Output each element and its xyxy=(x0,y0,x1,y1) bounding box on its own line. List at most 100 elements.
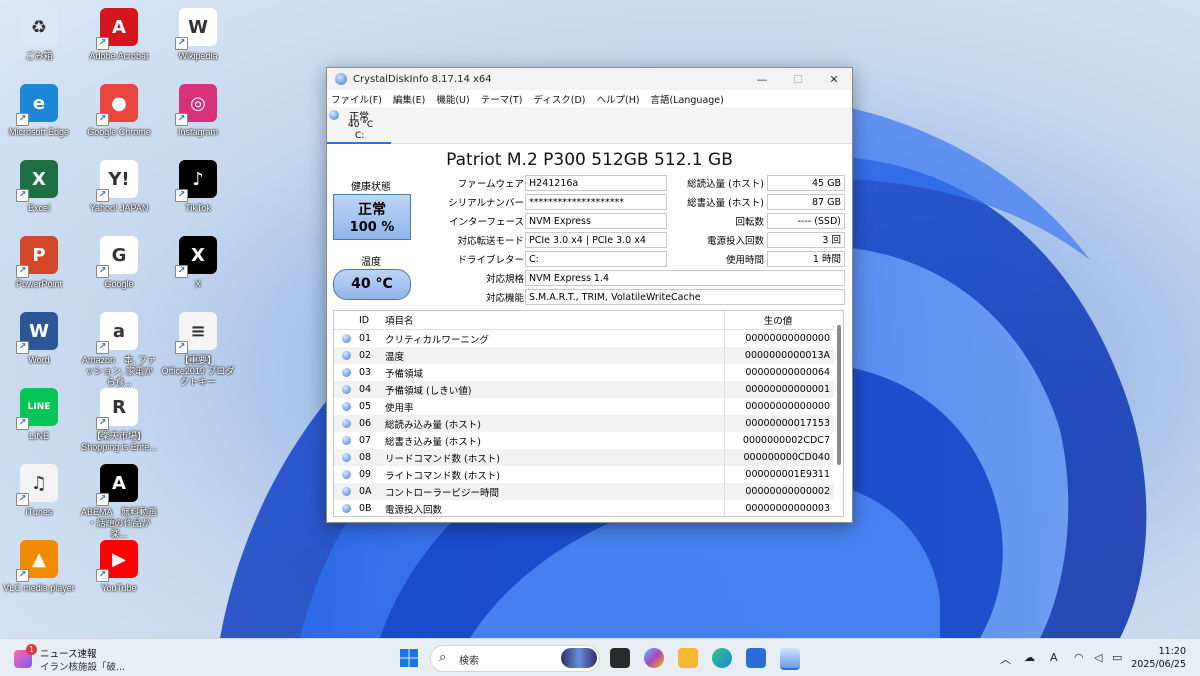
desktop-shortcut-label: Instagram xyxy=(177,127,219,137)
desktop-shortcut[interactable]: W ↗ Wikipedia xyxy=(160,4,236,74)
smart-row[interactable]: 08 リードコマンド数 (ホスト) 000000000CD040 xyxy=(334,449,834,466)
smart-raw-value: 00000000000003 xyxy=(724,500,834,516)
smart-row[interactable]: 03 予備領域 00000000000064 xyxy=(334,364,834,381)
smart-row[interactable]: 09 ライトコマンド数 (ホスト) 000000001E9311 xyxy=(334,466,834,483)
desktop-shortcut[interactable]: Y! ↗ Yahoo! JAPAN xyxy=(81,156,157,226)
smart-id: 0A xyxy=(358,483,384,500)
ime-indicator[interactable]: A xyxy=(1050,651,1058,664)
smart-id: 04 xyxy=(358,381,384,398)
smart-row[interactable]: 0B 電源投入回数 00000000000003 xyxy=(334,500,834,516)
smart-row[interactable]: 05 使用率 00000000000000 xyxy=(334,398,834,415)
health-status-box[interactable]: 正常 100 % xyxy=(333,194,411,240)
tiktok-icon: ♪ ↗ xyxy=(175,160,217,202)
desktop-shortcut[interactable]: ♪ ↗ TikTok xyxy=(160,156,236,226)
desktop-shortcut[interactable]: X ↗ X xyxy=(160,232,236,302)
close-button[interactable]: ✕ xyxy=(816,73,852,86)
wifi-icon[interactable]: ◠ xyxy=(1074,651,1084,664)
copilot-icon[interactable] xyxy=(644,648,664,668)
smart-raw-value: 00000000000000 xyxy=(724,329,834,347)
status-dot-icon xyxy=(341,402,351,411)
smart-header-name[interactable]: 項目名 xyxy=(384,311,725,330)
smart-row[interactable]: 04 予備領域 (しきい値) 00000000000001 xyxy=(334,381,834,398)
search-placeholder: 検索 xyxy=(459,656,479,667)
minimize-button[interactable]: — xyxy=(744,73,780,86)
smart-attribute-name: 総書き込み量 (ホスト) xyxy=(385,436,481,448)
taskbar-clock[interactable]: 11:20 2025/06/25 xyxy=(1131,645,1186,671)
desktop-shortcut[interactable]: ▲ ↗ VLC media player xyxy=(1,536,77,606)
task-view-icon[interactable] xyxy=(610,648,630,668)
temperature-box[interactable]: 40 °C xyxy=(333,269,411,300)
smart-header-raw[interactable]: 生の値 xyxy=(724,311,834,330)
desktop-shortcut[interactable]: R ↗ 【楽天市場】 Shopping is Ente... xyxy=(81,384,157,454)
title-bar[interactable]: CrystalDiskInfo 8.17.14 x64 — ☐ ✕ xyxy=(327,68,852,90)
excel-icon: X ↗ xyxy=(16,160,58,202)
desktop-shortcut-label: YouTube xyxy=(101,583,137,593)
info-value-drive-letter: C: xyxy=(525,251,667,267)
desktop-shortcut[interactable]: ● ↗ Google Chrome xyxy=(81,80,157,150)
vlc-icon: ▲ ↗ xyxy=(16,540,58,582)
desktop-shortcut[interactable]: ◎ ↗ Instagram xyxy=(160,80,236,150)
recycle-bin-icon: ♻ xyxy=(20,8,58,46)
disk-tab-c[interactable]: 正常 40 °C C: xyxy=(327,107,391,144)
maximize-button[interactable]: ☐ xyxy=(780,73,816,86)
smart-row[interactable]: 0A コントローラービジー時間 00000000000002 xyxy=(334,483,834,500)
smart-id: 01 xyxy=(359,333,372,344)
battery-icon[interactable]: ▭ xyxy=(1112,651,1122,664)
menu-language[interactable]: 言語(Language) xyxy=(651,92,724,106)
info-value-transfer-mode: PCIe 3.0 x4 | PCIe 3.0 x4 xyxy=(525,232,667,248)
desktop-shortcut[interactable]: ♫ ↗ iTunes xyxy=(1,460,77,530)
menu-help[interactable]: ヘルプ(H) xyxy=(596,92,639,106)
info-value-firmware: H241216a xyxy=(525,175,667,191)
menu-theme[interactable]: テーマ(T) xyxy=(481,92,523,106)
tray-chevron-up-icon[interactable]: ︿ xyxy=(1000,651,1011,667)
desktop-shortcut-label: Microsoft Edge xyxy=(8,127,70,137)
shortcut-arrow-icon: ↗ xyxy=(16,569,29,582)
desktop-shortcut[interactable]: e ↗ Microsoft Edge xyxy=(1,80,77,150)
shortcut-arrow-icon: ↗ xyxy=(175,37,188,50)
desktop-shortcut[interactable]: A ↗ Adobe Acrobat xyxy=(81,4,157,74)
smart-row[interactable]: 06 総読み込み量 (ホスト) 00000000017153 xyxy=(334,415,834,432)
smart-table[interactable]: ID 項目名 生の値 01 クリティカルワーニング 00000000000000 02… xyxy=(333,310,844,517)
desktop-shortcut[interactable]: X ↗ Excel xyxy=(1,156,77,226)
store-icon[interactable] xyxy=(746,648,766,668)
smart-header-id[interactable]: ID xyxy=(358,311,384,330)
desktop-shortcut[interactable]: W ↗ Word xyxy=(1,308,77,378)
menu-file[interactable]: ファイル(F) xyxy=(331,92,382,106)
smart-raw-value: 0000000002CDC7 xyxy=(724,432,834,449)
file-explorer-icon[interactable] xyxy=(678,648,698,668)
edge-taskbar-icon[interactable] xyxy=(712,648,732,668)
smart-row[interactable]: 01 クリティカルワーニング 00000000000000 xyxy=(334,329,834,347)
news-subtitle: イラン核施設「破... xyxy=(40,662,126,673)
shortcut-arrow-icon: ↗ xyxy=(16,341,29,354)
desktop-shortcut[interactable]: P ↗ PowerPoint xyxy=(1,232,77,302)
status-dot-icon xyxy=(341,487,351,496)
desktop-shortcut[interactable]: LINE ↗ LINE xyxy=(1,384,77,454)
shortcut-arrow-icon: ↗ xyxy=(96,341,109,354)
smart-scrollbar[interactable] xyxy=(837,325,841,465)
desktop-shortcut[interactable]: a ↗ Amazon 本, ファッション, 家電から食... xyxy=(81,308,157,387)
volume-icon[interactable]: ◁ xyxy=(1094,651,1102,664)
desktop-shortcut[interactable]: ♻ ごみ箱 xyxy=(1,4,77,74)
smart-id: 08 xyxy=(358,449,384,466)
disk-selector-bar: 正常 40 °C C: xyxy=(327,107,852,144)
desktop-shortcut[interactable]: A ↗ ABEMA 無料動画 ・話題の作品が楽... xyxy=(81,460,157,539)
smart-row[interactable]: 07 総書き込み量 (ホスト) 0000000002CDC7 xyxy=(334,432,834,449)
windows-start-icon[interactable] xyxy=(399,648,419,668)
smart-row[interactable]: 02 温度 0000000000013A xyxy=(334,347,834,364)
smart-raw-value: 00000000000001 xyxy=(724,381,834,398)
menu-disk[interactable]: ディスク(D) xyxy=(533,92,585,106)
onedrive-icon[interactable]: ☁ xyxy=(1024,651,1035,664)
smart-raw-value: 0000000000013A xyxy=(724,347,834,364)
menu-function[interactable]: 機能(U) xyxy=(436,92,469,106)
smart-raw-value: 000000000CD040 xyxy=(724,449,834,466)
adobe-acrobat-icon: A ↗ xyxy=(96,8,138,50)
desktop-shortcut[interactable]: ▶ ↗ YouTube xyxy=(81,536,157,606)
smart-header-status xyxy=(334,311,358,330)
menu-edit[interactable]: 編集(E) xyxy=(393,92,425,106)
desktop-shortcut[interactable]: ≡ ↗ 【重要】Office2019 プロダクトキー xyxy=(160,308,236,387)
desktop-shortcut[interactable]: G ↗ Google xyxy=(81,232,157,302)
smart-attribute-name: 予備領域 xyxy=(385,368,424,380)
taskbar-search[interactable]: ⌕ 検索 xyxy=(430,645,600,672)
info-key-drive-letter: ドライブレター xyxy=(457,255,524,266)
crystaldiskinfo-taskbar-icon[interactable] xyxy=(780,648,800,670)
